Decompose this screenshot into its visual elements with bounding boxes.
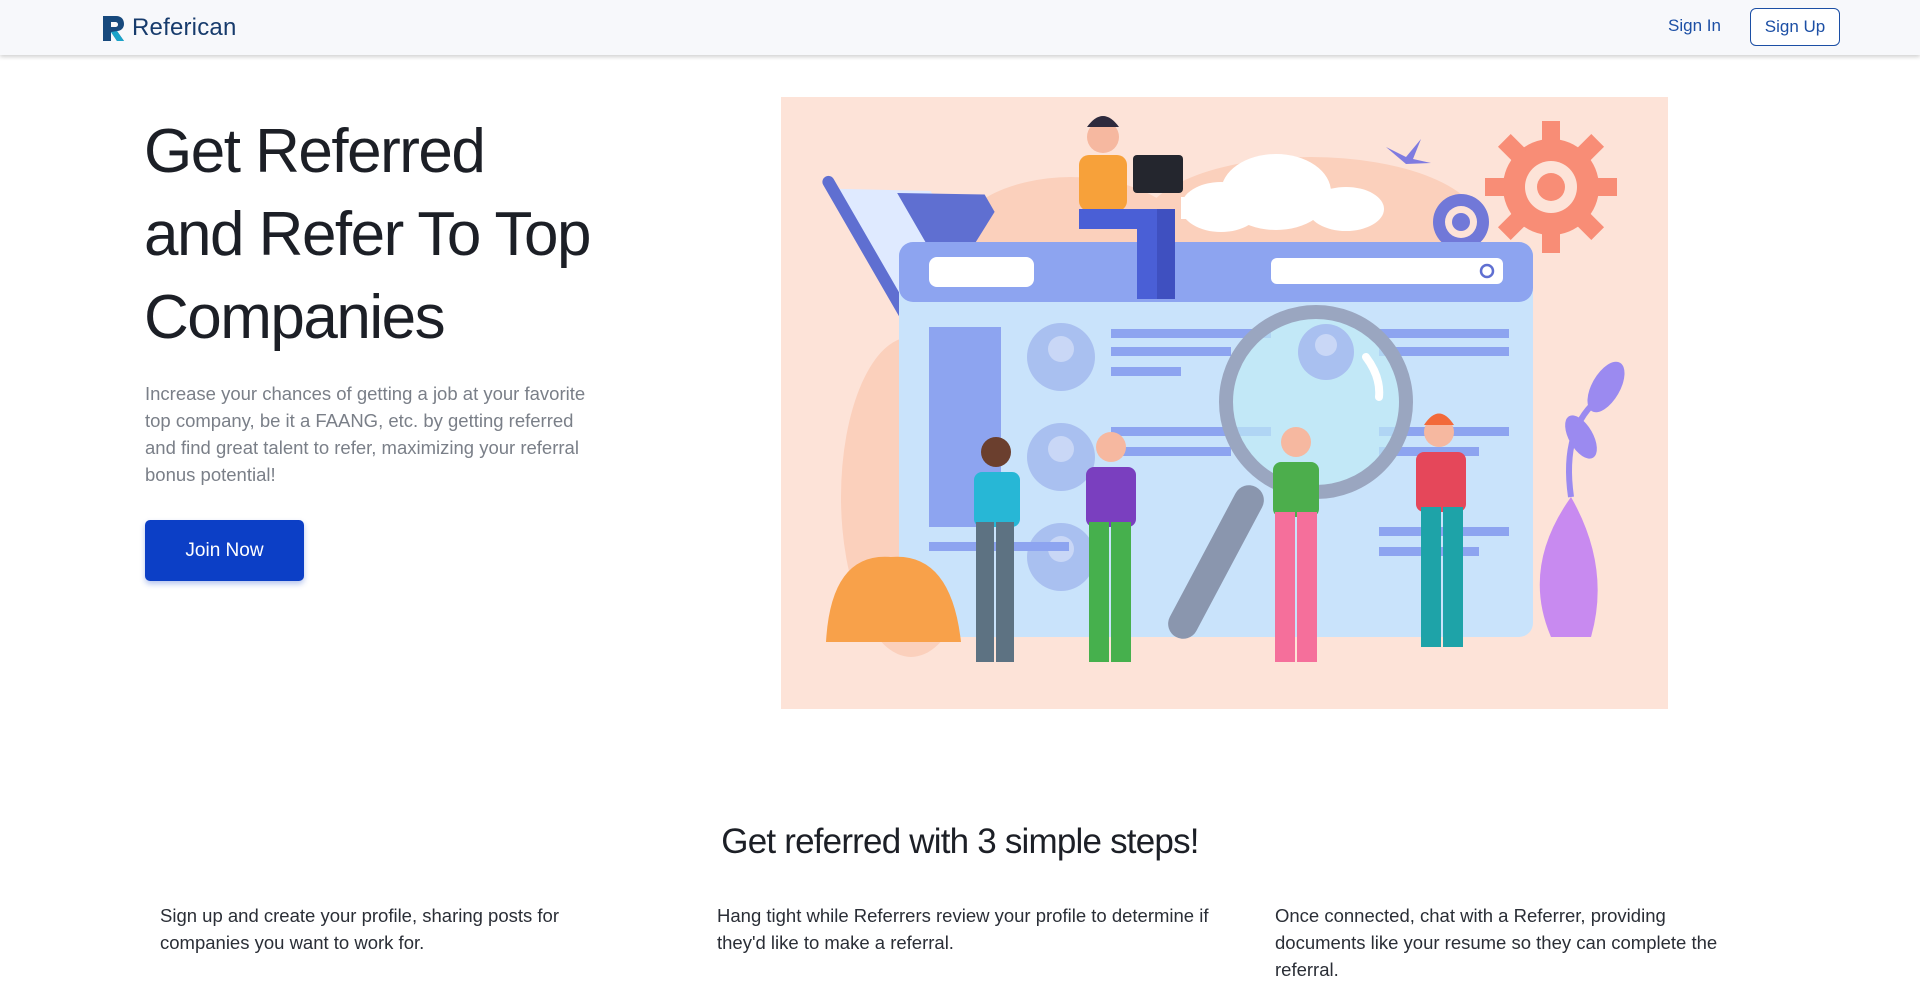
- hero-illustration: [781, 97, 1668, 709]
- brand-name: Referican: [132, 14, 237, 41]
- step-1-text: Sign up and create your profile, sharing…: [160, 905, 560, 953]
- hero-title-line-2: and Refer To Top: [144, 200, 591, 269]
- hero-title-line-1: Get Referred: [144, 117, 486, 186]
- step-2-text: Hang tight while Referrers review your p…: [717, 905, 1209, 953]
- hero-description: Increase your chances of getting a job a…: [145, 383, 586, 485]
- referral-team-illustration: [822, 116, 1625, 662]
- referican-logo-icon: [103, 16, 124, 41]
- hero-title: Get Referred and Refer To Top Companies: [144, 110, 664, 359]
- step-3-text: Once connected, chat with a Referrer, pr…: [1275, 905, 1718, 980]
- join-now-button[interactable]: Join Now: [145, 520, 304, 581]
- sign-in-link[interactable]: Sign In: [1668, 16, 1721, 36]
- top-navbar: Referican Sign In Sign Up: [0, 0, 1920, 55]
- sign-up-button[interactable]: Sign Up: [1750, 8, 1840, 46]
- brand-logo-link[interactable]: Referican: [100, 13, 237, 43]
- hero-title-line-3: Companies: [144, 283, 446, 352]
- steps-heading: Get referred with 3 simple steps!: [721, 822, 1199, 861]
